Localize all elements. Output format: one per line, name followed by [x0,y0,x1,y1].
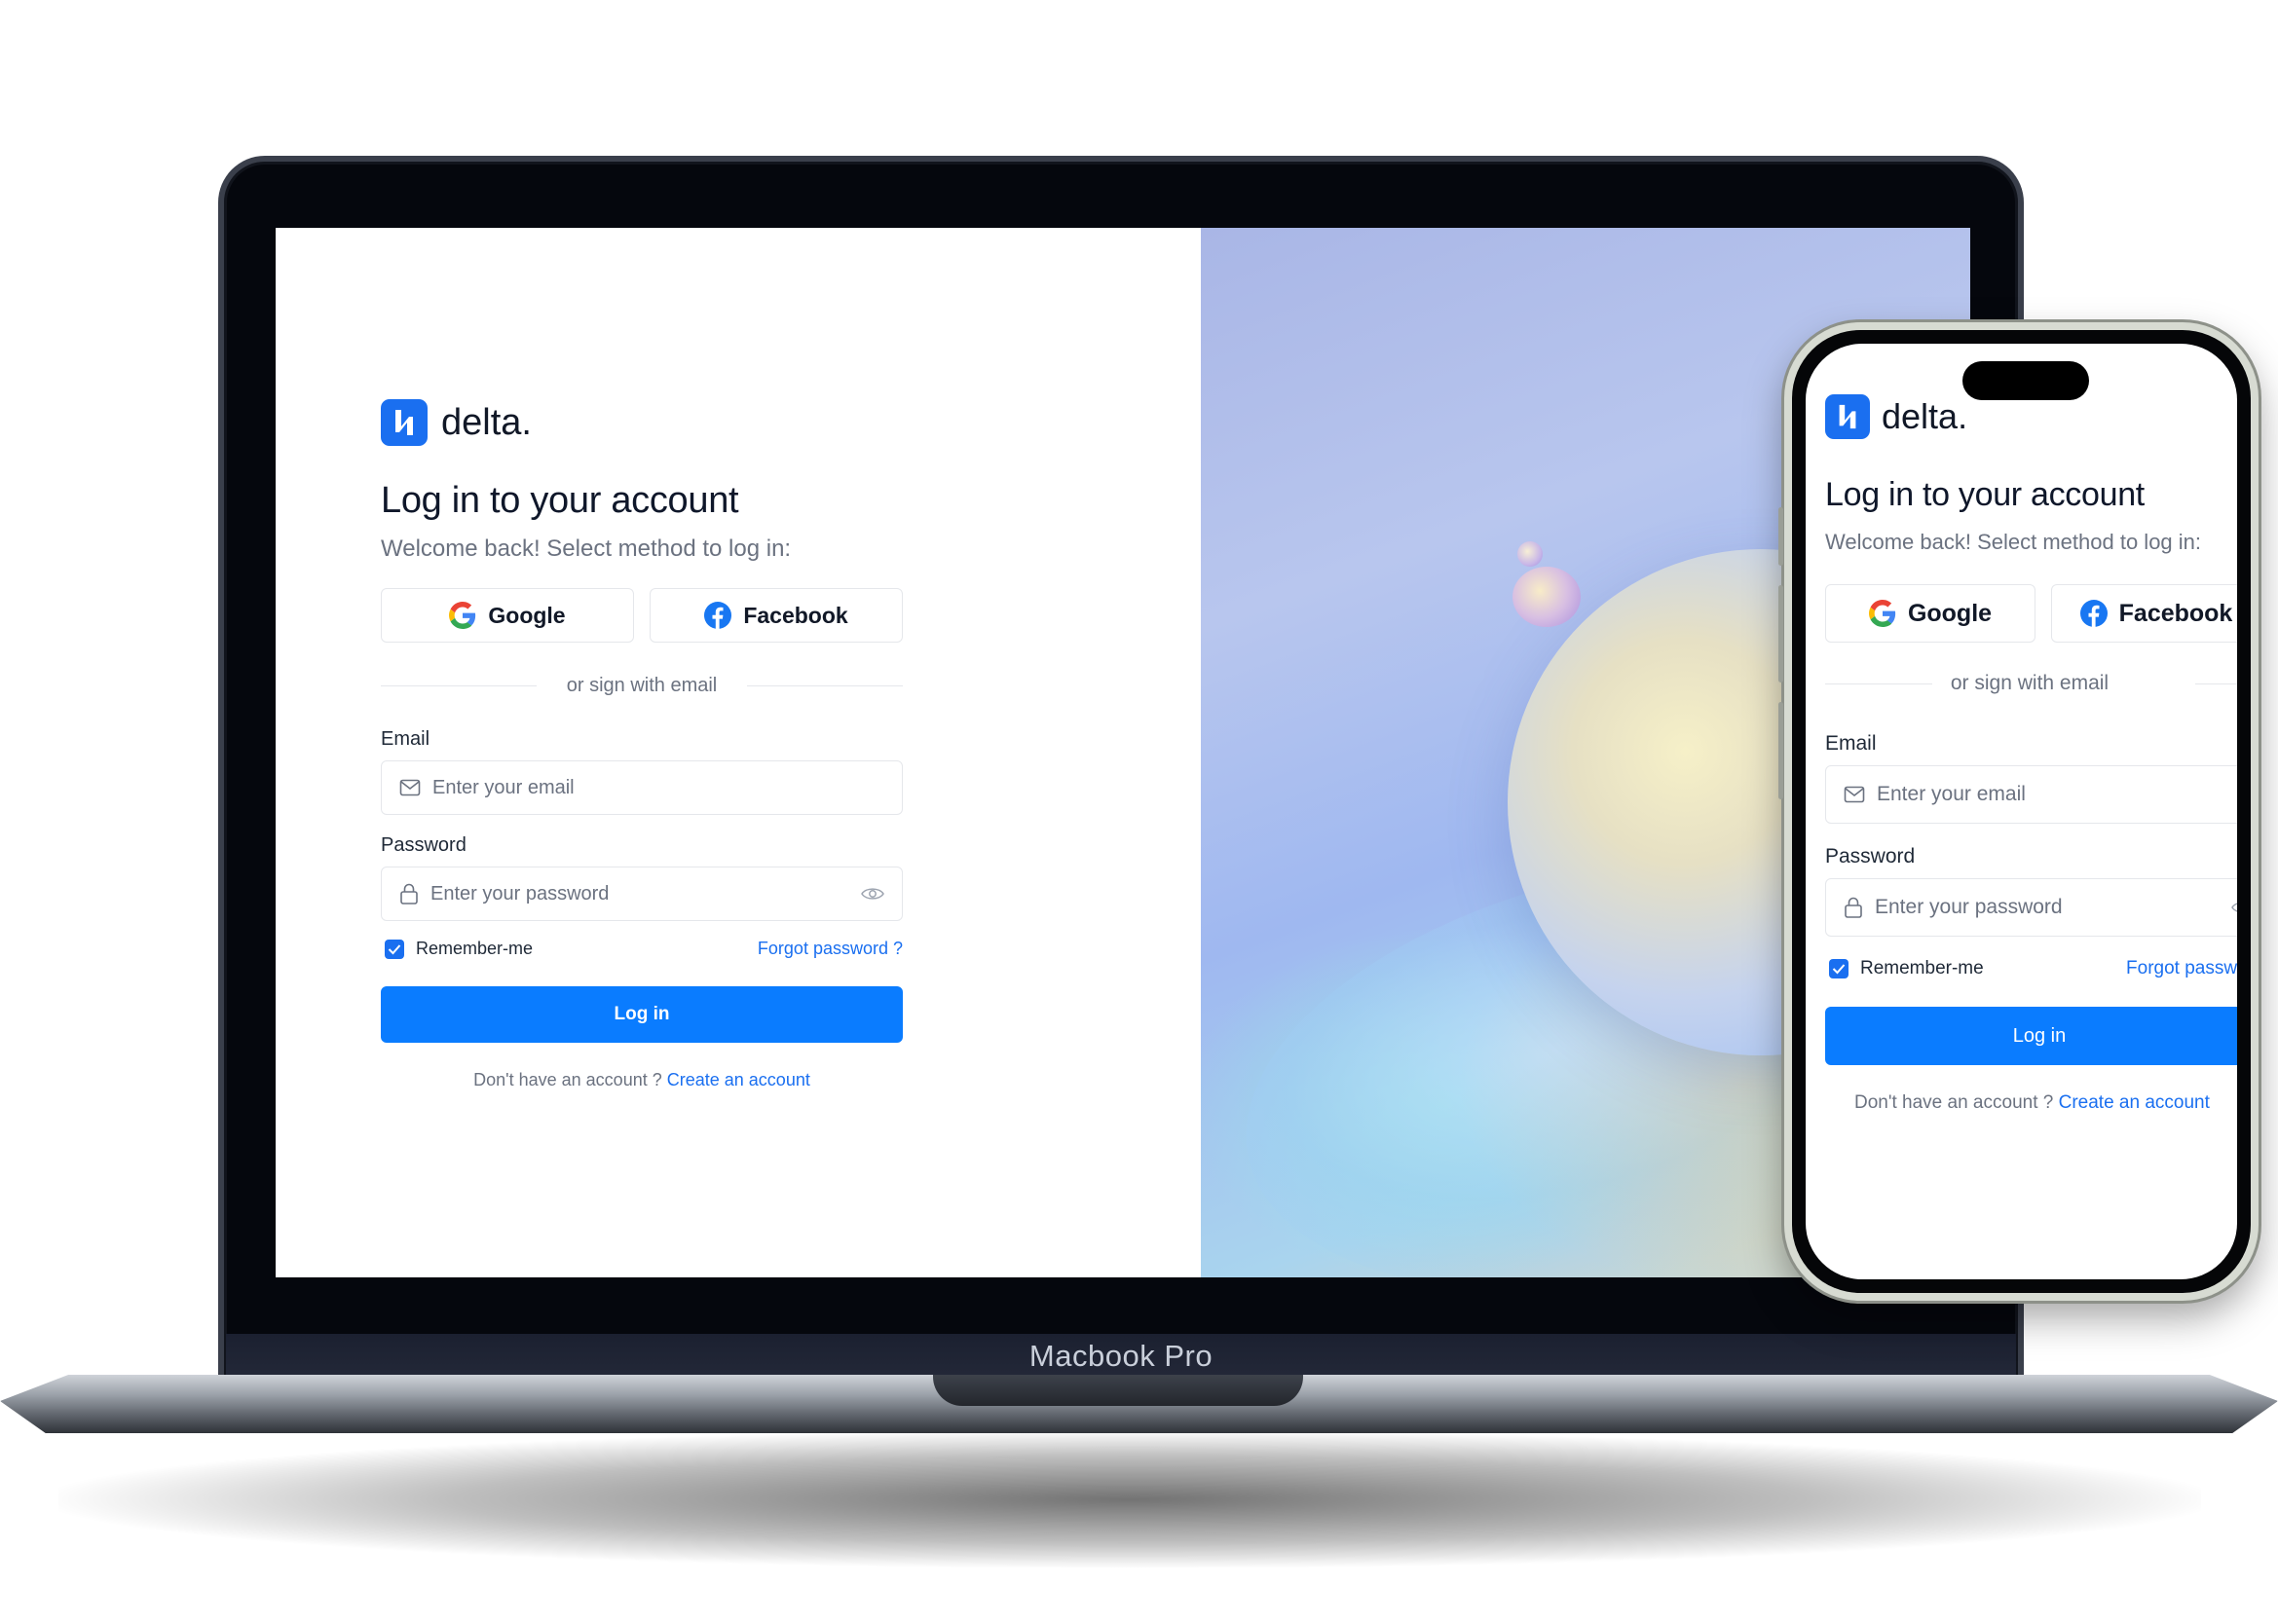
login-button[interactable]: Log in [1825,1007,2237,1065]
brand: delta. [381,398,903,447]
login-panel: delta. Log in to your account Welcome ba… [276,228,1201,1277]
login-form: delta. Log in to your account Welcome ba… [381,398,903,1090]
facebook-label: Facebook [2118,599,2233,627]
password-input[interactable] [430,882,861,905]
remember-me[interactable]: Remember-me [381,939,533,959]
signup-text: Don't have an account ? [473,1070,662,1089]
remember-row: Remember-me Forgot password ? [381,939,903,959]
eye-icon[interactable] [2231,900,2237,915]
signup-text: Don't have an account ? [1854,1092,2054,1113]
eye-icon[interactable] [861,886,884,902]
forgot-password-link[interactable]: Forgot password ? [758,939,903,959]
email-field[interactable] [1825,765,2237,824]
facebook-login-button[interactable]: Facebook [2051,584,2237,643]
phone-volume-button [1778,585,1783,683]
phone-frame: delta. Log in to your account Welcome ba… [1778,322,2259,1301]
social-login: Google Facebook [381,588,903,643]
page-subtitle: Welcome back! Select method to log in: [1825,530,2202,554]
facebook-icon [2079,600,2108,627]
remember-checkbox[interactable] [1829,959,1849,978]
password-input[interactable] [1875,896,2231,919]
small-sphere [1512,567,1581,627]
password-field[interactable] [1825,878,2237,937]
facebook-login-button[interactable]: Facebook [650,588,903,643]
remember-me[interactable]: Remember-me [1825,958,1984,979]
mail-icon [399,779,421,796]
google-icon [1868,600,1896,627]
page-title: Log in to your account [381,480,739,521]
signup-prompt: Don't have an account ? Create an accoun… [381,1070,903,1090]
email-input[interactable] [432,776,884,799]
tiny-sphere [1517,541,1543,567]
remember-checkbox[interactable] [385,939,404,959]
brand: delta. [1825,394,2237,439]
password-field[interactable] [381,867,903,921]
create-account-link[interactable]: Create an account [2059,1092,2210,1113]
facebook-icon [704,602,732,629]
password-label: Password [381,834,467,856]
phone-login-form: delta. Log in to your account Welcome ba… [1825,394,2237,1114]
google-login-button[interactable]: Google [1825,584,2035,643]
facebook-label: Facebook [743,602,848,628]
phone-volume-button [1778,702,1783,799]
signup-prompt: Don't have an account ? Create an accoun… [1854,1092,2237,1114]
google-label: Google [488,602,566,628]
mail-icon [1844,786,1865,803]
social-login: Google Facebook [1825,584,2237,643]
lock-icon [400,883,418,904]
laptop-screen: delta. Log in to your account Welcome ba… [276,228,1970,1277]
page-subtitle: Welcome back! Select method to log in: [381,535,792,562]
remember-row: Remember-me Forgot passwor [1825,958,2237,979]
email-label: Email [1825,732,1877,755]
brand-name: delta. [441,401,532,443]
login-button[interactable]: Log in [381,986,903,1043]
lock-icon [1845,897,1862,918]
brand-name: delta. [1882,396,1968,436]
remember-label: Remember-me [1860,958,1984,978]
divider-text: or sign with email [1950,672,2110,694]
create-account-link[interactable]: Create an account [667,1070,810,1089]
google-label: Google [1907,599,1993,627]
phone-side-button [1778,507,1783,566]
check-icon [1832,964,1846,975]
delta-logo-icon [381,399,428,446]
forgot-password-link[interactable]: Forgot passwor [2126,958,2237,979]
phone-screen: delta. Log in to your account Welcome ba… [1806,344,2237,1279]
email-divider: or sign with email [1825,672,2237,695]
google-icon [449,602,476,629]
page-title: Log in to your account [1825,476,2145,513]
check-icon [388,943,401,954]
email-divider: or sign with email [381,674,903,697]
laptop-shadow [58,1431,2201,1568]
laptop-chin: Macbook Pro [226,1334,2016,1379]
email-field[interactable] [381,760,903,815]
laptop-label: Macbook Pro [1028,1339,1214,1373]
delta-logo-icon [1825,394,1870,439]
password-label: Password [1825,845,1916,867]
google-login-button[interactable]: Google [381,588,634,643]
divider-text: or sign with email [566,674,718,696]
email-input[interactable] [1877,783,2237,806]
email-label: Email [381,728,430,750]
laptop-notch [933,1375,1303,1406]
remember-label: Remember-me [416,939,534,958]
